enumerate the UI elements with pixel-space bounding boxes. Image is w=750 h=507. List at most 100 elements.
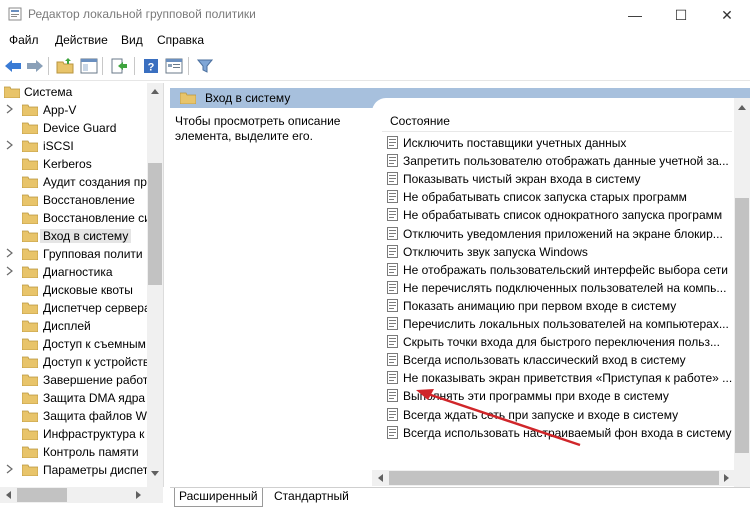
scroll-up-icon xyxy=(738,105,746,110)
show-hide-tree-button[interactable] xyxy=(79,56,99,76)
policy-row[interactable]: Отключить уведомления приложений на экра… xyxy=(387,225,732,243)
policy-row[interactable]: Показать анимацию при первом входе в сис… xyxy=(387,297,732,315)
back-button[interactable] xyxy=(3,56,23,76)
tree-item-label: Параметры диспет xyxy=(43,463,149,477)
close-button[interactable]: ✕ xyxy=(704,0,750,30)
tree-item[interactable]: Доступ к съемным xyxy=(0,335,148,353)
tree-item[interactable]: Инфраструктура к xyxy=(0,425,148,443)
policy-row[interactable]: Не обрабатывать список однократного запу… xyxy=(387,206,732,224)
tree-horizontal-scrollbar[interactable] xyxy=(0,487,163,503)
tree-item[interactable]: Восстановление xyxy=(0,191,148,209)
tree-item[interactable]: Диагностика xyxy=(0,263,148,281)
tree-scroll-thumb[interactable] xyxy=(148,163,162,285)
tree-item-label: Система xyxy=(24,85,73,99)
up-folder-button[interactable] xyxy=(55,56,75,76)
help-button[interactable]: ? xyxy=(141,56,161,76)
list-horizontal-scrollbar[interactable] xyxy=(372,470,750,486)
tree-item[interactable]: Дисковые квоты xyxy=(0,281,148,299)
policy-row[interactable]: Скрыть точки входа для быстрого переключ… xyxy=(387,333,732,351)
minimize-icon: — xyxy=(628,7,642,23)
menu-file[interactable]: Файл xyxy=(9,33,39,47)
tree-vertical-scrollbar[interactable] xyxy=(147,83,163,487)
tree-item[interactable]: Доступ к устройств xyxy=(0,353,149,371)
tree-item-label: Завершение работ xyxy=(43,373,149,387)
policy-row[interactable]: Не отображать пользовательский интерфейс… xyxy=(387,261,732,279)
policy-row[interactable]: Всегда ждать сеть при запуске и входе в … xyxy=(387,406,732,424)
policy-row-label: Исключить поставщики учетных данных xyxy=(403,136,627,150)
tree-item[interactable]: Восстановление си xyxy=(0,209,151,227)
policy-row[interactable]: Всегда использовать классический вход в … xyxy=(387,351,732,369)
help-icon: ? xyxy=(144,59,158,74)
pane-header-title: Вход в систему xyxy=(205,91,291,105)
policy-setting-icon xyxy=(387,154,398,168)
tree-hscroll-thumb[interactable] xyxy=(17,488,67,502)
tree-item[interactable]: Контроль памяти xyxy=(0,443,148,461)
policy-row[interactable]: Не перечислять подключенных пользователе… xyxy=(387,279,732,297)
scroll-up-icon xyxy=(151,89,159,94)
menu-action[interactable]: Действие xyxy=(55,33,108,47)
list-vertical-scrollbar[interactable] xyxy=(734,98,750,487)
folder-icon xyxy=(22,464,38,476)
policy-row-label: Запретить пользователю отображать данные… xyxy=(403,154,729,169)
list-scroll-thumb[interactable] xyxy=(735,198,749,453)
folder-icon xyxy=(22,356,38,368)
tree-item[interactable]: Вход в систему xyxy=(0,227,148,245)
policy-row-label: Показывать чистый экран входа в систему xyxy=(403,172,641,187)
policy-row-label: Не отображать пользовательский интерфейс… xyxy=(403,262,728,277)
tree-item[interactable]: Завершение работ xyxy=(0,371,148,389)
export-list-button[interactable] xyxy=(109,56,129,76)
policy-row[interactable]: Отключить звук запуска Windows xyxy=(387,243,732,261)
folder-icon xyxy=(22,158,38,170)
tree-item-label: iSCSI xyxy=(43,139,74,153)
expand-chevron-icon[interactable] xyxy=(6,140,16,152)
maximize-button[interactable]: ☐ xyxy=(658,0,704,30)
tree-item[interactable]: Параметры диспет xyxy=(0,461,148,479)
expand-chevron-icon[interactable] xyxy=(6,248,16,260)
group-policy-app-icon xyxy=(8,7,22,21)
tree-item[interactable]: Групповая полити xyxy=(0,245,148,263)
policy-row[interactable]: Запретить пользователю отображать данные… xyxy=(387,152,732,170)
tree-item[interactable]: Система xyxy=(0,83,148,101)
tree-item[interactable]: Kerberos xyxy=(0,155,148,173)
policy-row[interactable]: Выполнять эти программы при входе в сист… xyxy=(387,387,732,405)
tree-item[interactable]: iSCSI xyxy=(0,137,148,155)
folder-icon xyxy=(22,410,38,422)
expand-chevron-icon[interactable] xyxy=(6,266,16,278)
window-title: Редактор локальной групповой политики xyxy=(28,7,256,21)
folder-icon xyxy=(22,338,38,350)
tree-item-label: App-V xyxy=(43,103,77,117)
tree-item[interactable]: Защита DMA ядра xyxy=(0,389,148,407)
tree-item[interactable]: Защита файлов Wi xyxy=(0,407,150,425)
expand-chevron-icon[interactable] xyxy=(6,104,16,116)
tree-item[interactable]: Аудит создания пр xyxy=(0,173,148,191)
policy-row[interactable]: Не обрабатывать список запуска старых пр… xyxy=(387,188,732,206)
tree-item[interactable]: App-V xyxy=(0,101,148,119)
tree-item[interactable]: Диспетчер сервера xyxy=(0,299,151,317)
forward-button[interactable] xyxy=(25,56,45,76)
tree-item-label: Вход в систему xyxy=(40,229,132,243)
menu-help[interactable]: Справка xyxy=(157,33,204,47)
tree-item[interactable]: Дисплей xyxy=(0,317,148,335)
properties-button[interactable] xyxy=(164,56,184,76)
scroll-right-icon xyxy=(724,474,729,482)
title-bar: Редактор локальной групповой политики — … xyxy=(0,0,750,30)
list-hscroll-thumb[interactable] xyxy=(389,471,719,485)
tree-item-label: Восстановление си xyxy=(43,211,151,225)
folder-icon xyxy=(22,140,38,152)
policy-row-label: Не перечислять подключенных пользователе… xyxy=(403,280,727,295)
tab-standard[interactable]: Стандартный xyxy=(274,488,349,506)
policy-row[interactable]: Не показывать экран приветствия «Приступ… xyxy=(387,369,732,387)
filter-button[interactable] xyxy=(195,56,215,76)
column-header-state[interactable]: Состояние xyxy=(390,114,450,128)
menu-view[interactable]: Вид xyxy=(121,33,143,47)
policy-row[interactable]: Всегда использовать настраиваемый фон вх… xyxy=(387,424,732,442)
policy-row[interactable]: Исключить поставщики учетных данных xyxy=(387,134,732,152)
expand-chevron-icon[interactable] xyxy=(6,464,16,476)
folder-icon xyxy=(22,320,38,332)
tab-extended[interactable]: Расширенный xyxy=(174,488,263,507)
policy-row[interactable]: Перечислить локальных пользователей на к… xyxy=(387,315,732,333)
folder-icon xyxy=(22,176,38,188)
minimize-button[interactable]: — xyxy=(612,0,658,30)
policy-row[interactable]: Показывать чистый экран входа в систему xyxy=(387,170,732,188)
tree-item[interactable]: Device Guard xyxy=(0,119,148,137)
